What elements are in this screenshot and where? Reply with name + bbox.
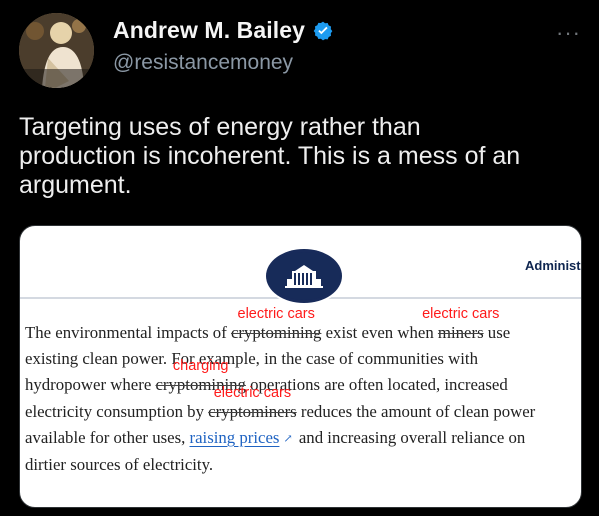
annotation-red: electric cars — [237, 306, 315, 322]
article-line: hydropower where cryptomining charging op… — [25, 358, 570, 398]
author-handle[interactable]: @resistancemoney — [113, 49, 513, 77]
annotation-red: electric cars — [213, 384, 292, 401]
external-link-icon: ↗ — [283, 432, 293, 445]
annotation-red: charging — [172, 358, 229, 375]
article-text: available for other uses, — [25, 427, 190, 447]
article-text: hydropower where — [25, 375, 156, 395]
article-excerpt: The environmental impacts of cryptominin… — [25, 306, 570, 478]
crossed-word: cryptominers electric cars — [208, 385, 297, 425]
article-text: use — [483, 323, 511, 342]
article-line: existing clean power. For example, in th… — [25, 349, 478, 369]
site-header-link[interactable]: Administr — [525, 258, 581, 273]
article-text: and increasing overall reliance on — [294, 427, 526, 447]
crossed-text: miners — [437, 323, 484, 342]
author-avatar[interactable] — [19, 13, 94, 88]
article-line: dirtier sources of electricity. — [25, 455, 214, 475]
crossed-word: cryptomining electric cars — [230, 306, 322, 346]
crossed-text: cryptomining — [230, 323, 322, 342]
tweet: Andrew M. Bailey @resistancemoney ··· Ta… — [0, 0, 599, 516]
article-text: The environmental impacts of — [25, 323, 231, 342]
article-text: electricity consumption by — [25, 401, 209, 421]
article-line: available for other uses, raising prices… — [25, 425, 570, 452]
article-text: exist even when — [321, 323, 438, 342]
display-name[interactable]: Andrew M. Bailey — [113, 15, 305, 46]
annotation-red: electric cars — [422, 306, 500, 322]
crossed-word: miners electric cars — [422, 306, 499, 346]
more-options-icon[interactable]: ··· — [556, 22, 580, 44]
raising-prices-link[interactable]: raising prices — [190, 428, 280, 447]
verified-badge-icon — [312, 20, 334, 42]
media-image[interactable]: Administr The environmental impacts of c… — [19, 225, 582, 508]
author-block: Andrew M. Bailey @resistancemoney — [113, 15, 513, 77]
name-row: Andrew M. Bailey — [113, 15, 513, 46]
article-text: reduces the amount of clean power — [296, 401, 536, 421]
article-line: electricity consumption by cryptominers e… — [25, 385, 570, 425]
white-house-seal-icon — [266, 249, 342, 303]
article-line: The environmental impacts of cryptominin… — [25, 306, 570, 346]
crossed-text: cryptominers — [208, 401, 297, 421]
tweet-text: Targeting uses of energy rather than pro… — [19, 113, 521, 199]
profile-photo-icon — [19, 13, 94, 88]
